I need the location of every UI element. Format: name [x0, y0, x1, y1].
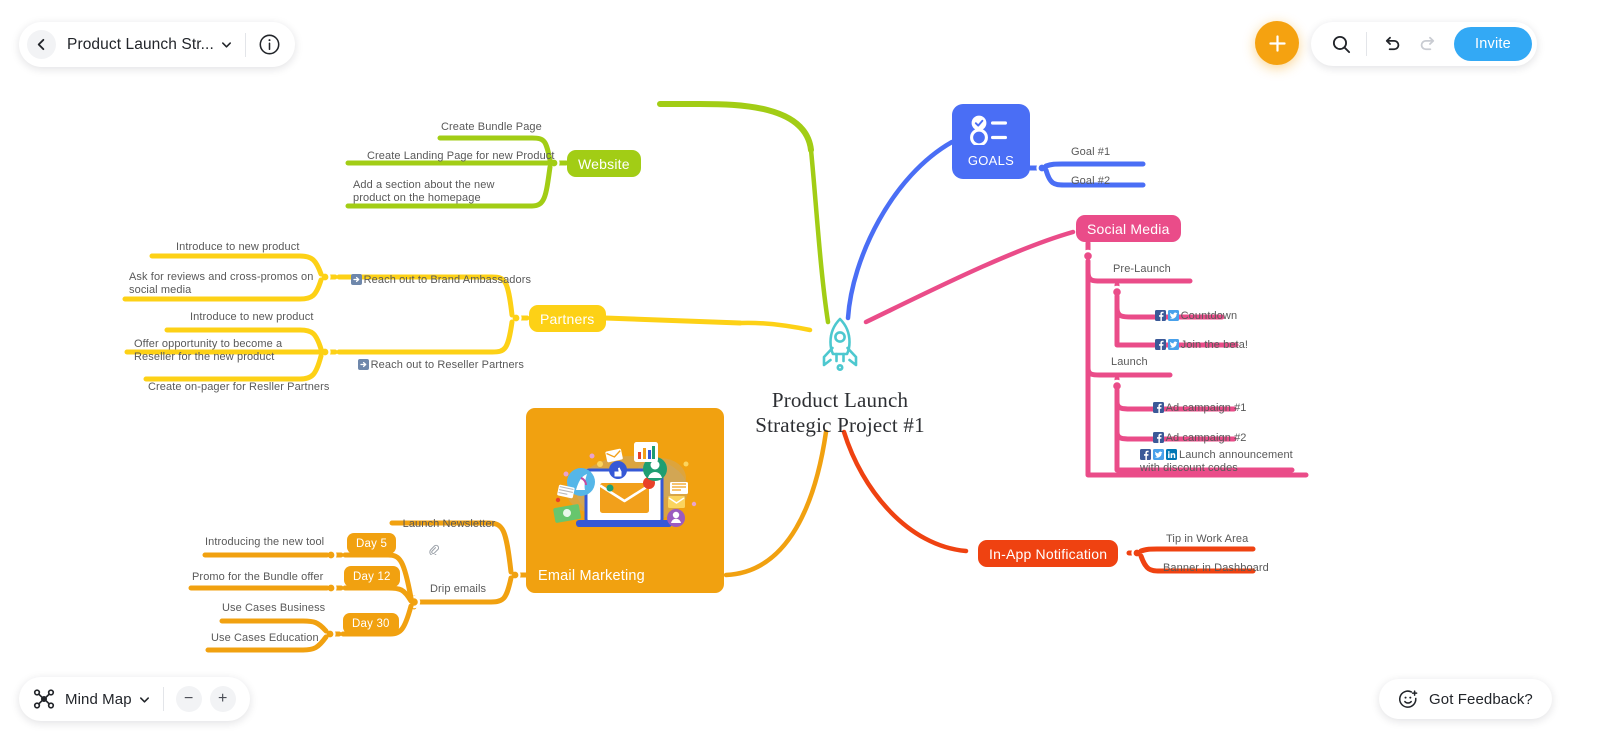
node-goal-1[interactable]: Goal #1: [1071, 146, 1110, 159]
toolbar-divider: [162, 687, 164, 711]
node-launch-newsletter-label: Launch Newsletter: [402, 518, 496, 530]
center-node[interactable]: Product Launch Strategic Project #1: [700, 315, 980, 438]
node-brand-ambassadors[interactable]: Reach out to Brand Ambassadors: [338, 261, 531, 300]
node-offer-reseller[interactable]: Offer opportunity to become a Reseller f…: [134, 338, 324, 364]
node-banner-dashboard[interactable]: Banner in Dashboard: [1163, 562, 1269, 575]
node-introducing-new-tool[interactable]: Introducing the new tool: [205, 536, 324, 549]
node-day-12-label: Day 12: [353, 570, 391, 583]
mindmap-canvas[interactable]: Product Launch Strategic Project #1 GOAL…: [0, 0, 1600, 752]
node-create-onepager[interactable]: Create on-pager for Resller Partners: [148, 381, 330, 394]
node-use-cases-business[interactable]: Use Cases Business: [222, 602, 325, 615]
checklist-icon: [970, 115, 1012, 150]
actions-toolbar: Invite: [1311, 22, 1537, 66]
facebook-icon: [1154, 310, 1166, 321]
email-marketing-illustration: [553, 442, 697, 527]
node-join-beta[interactable]: Join the beta!: [1142, 326, 1248, 365]
center-title-line2: Strategic Project #1: [755, 413, 925, 437]
twitter-icon: [1167, 339, 1179, 350]
zoom-out-label: −: [184, 690, 194, 707]
view-toolbar: Mind Map − +: [19, 677, 250, 721]
node-launch-announcement[interactable]: Launch announcement with discount codes: [1140, 449, 1302, 475]
node-countdown-label: Countdown: [1180, 310, 1238, 322]
node-tip-work-area[interactable]: Tip in Work Area: [1166, 533, 1248, 546]
node-day-30[interactable]: Day 30: [343, 613, 399, 634]
zoom-out-button[interactable]: −: [175, 686, 202, 712]
add-node-button[interactable]: [1255, 21, 1299, 65]
node-drip-emails[interactable]: Drip emails: [430, 583, 486, 596]
node-goal-2[interactable]: Goal #2: [1071, 175, 1110, 188]
arrow-right-badge-icon: [350, 274, 362, 285]
node-ad-campaign-1-label: Ad campaign #1: [1165, 402, 1247, 414]
facebook-icon: [1140, 449, 1151, 460]
node-day-30-label: Day 30: [352, 617, 390, 630]
linkedin-icon: [1166, 449, 1177, 460]
zoom-in-button[interactable]: +: [209, 686, 236, 712]
node-pre-launch[interactable]: Pre-Launch: [1113, 263, 1171, 276]
node-day-12[interactable]: Day 12: [344, 566, 400, 587]
node-introduce-product-1[interactable]: Introduce to new product: [176, 241, 299, 254]
node-in-app-notification-label: In-App Notification: [989, 545, 1108, 562]
node-brand-ambassadors-label: Reach out to Brand Ambassadors: [363, 274, 532, 286]
facebook-icon: [1152, 432, 1164, 443]
center-title-line1: Product Launch: [771, 388, 909, 412]
node-join-beta-label: Join the beta!: [1180, 339, 1249, 351]
facebook-icon: [1154, 339, 1166, 350]
node-introduce-product-2[interactable]: Introduce to new product: [190, 311, 313, 324]
arrow-right-badge-icon: [357, 359, 369, 370]
node-partners-label: Partners: [540, 310, 595, 327]
redo-icon[interactable]: [1414, 31, 1440, 57]
toolbar-divider: [244, 32, 246, 57]
mindmap-icon[interactable]: [33, 688, 55, 710]
rocket-icon: [817, 317, 863, 379]
node-launch[interactable]: Launch: [1111, 356, 1148, 369]
node-website[interactable]: Website: [567, 150, 641, 177]
node-promo-bundle[interactable]: Promo for the Bundle offer: [192, 571, 323, 584]
smiley-plus-icon: [1398, 689, 1419, 710]
twitter-icon: [1167, 310, 1179, 321]
feedback-button-label: Got Feedback?: [1429, 690, 1533, 708]
view-mode-label[interactable]: Mind Map: [65, 691, 132, 708]
info-icon[interactable]: [258, 33, 281, 56]
node-launch-newsletter[interactable]: Launch Newsletter: [390, 505, 495, 585]
node-website-label: Website: [578, 155, 630, 172]
node-email-marketing[interactable]: Email Marketing: [526, 408, 724, 593]
zoom-in-label: +: [218, 690, 228, 707]
node-reseller-partners[interactable]: Reach out to Reseller Partners: [345, 346, 524, 385]
node-day-5-label: Day 5: [356, 537, 388, 550]
invite-button[interactable]: Invite: [1454, 27, 1532, 61]
twitter-icon: [1153, 449, 1164, 460]
back-button[interactable]: [27, 30, 56, 59]
node-use-cases-education[interactable]: Use Cases Education: [211, 632, 319, 645]
document-title[interactable]: Product Launch Str...: [67, 36, 214, 54]
node-ad-campaign-2-label: Ad campaign #2: [1165, 432, 1247, 444]
node-in-app-notification[interactable]: In-App Notification: [978, 540, 1119, 567]
node-add-section-homepage[interactable]: Add a section about the new product on t…: [353, 179, 533, 205]
node-goals-label: GOALS: [967, 153, 1015, 168]
facebook-icon: [1152, 402, 1164, 413]
node-create-landing-page[interactable]: Create Landing Page for new Product: [367, 150, 555, 163]
invite-button-label: Invite: [1475, 36, 1511, 52]
document-toolbar: Product Launch Str...: [19, 22, 295, 67]
node-reseller-partners-label: Reach out to Reseller Partners: [370, 359, 525, 371]
node-ask-reviews[interactable]: Ask for reviews and cross-promos on soci…: [129, 271, 329, 297]
node-goals[interactable]: GOALS: [952, 104, 1030, 179]
node-social-media[interactable]: Social Media: [1076, 215, 1181, 242]
node-partners[interactable]: Partners: [529, 305, 606, 332]
feedback-button[interactable]: Got Feedback?: [1379, 679, 1552, 719]
node-create-bundle-page[interactable]: Create Bundle Page: [441, 121, 542, 134]
chevron-down-icon[interactable]: [220, 38, 233, 51]
undo-icon[interactable]: [1379, 31, 1405, 57]
center-title: Product Launch Strategic Project #1: [700, 388, 980, 438]
search-icon[interactable]: [1328, 31, 1354, 57]
chevron-down-icon[interactable]: [138, 693, 151, 706]
node-email-marketing-label: Email Marketing: [538, 568, 645, 584]
node-day-5[interactable]: Day 5: [347, 533, 397, 554]
node-social-media-label: Social Media: [1087, 220, 1170, 237]
attachment-icon: [409, 531, 439, 572]
toolbar-divider: [1366, 32, 1367, 56]
